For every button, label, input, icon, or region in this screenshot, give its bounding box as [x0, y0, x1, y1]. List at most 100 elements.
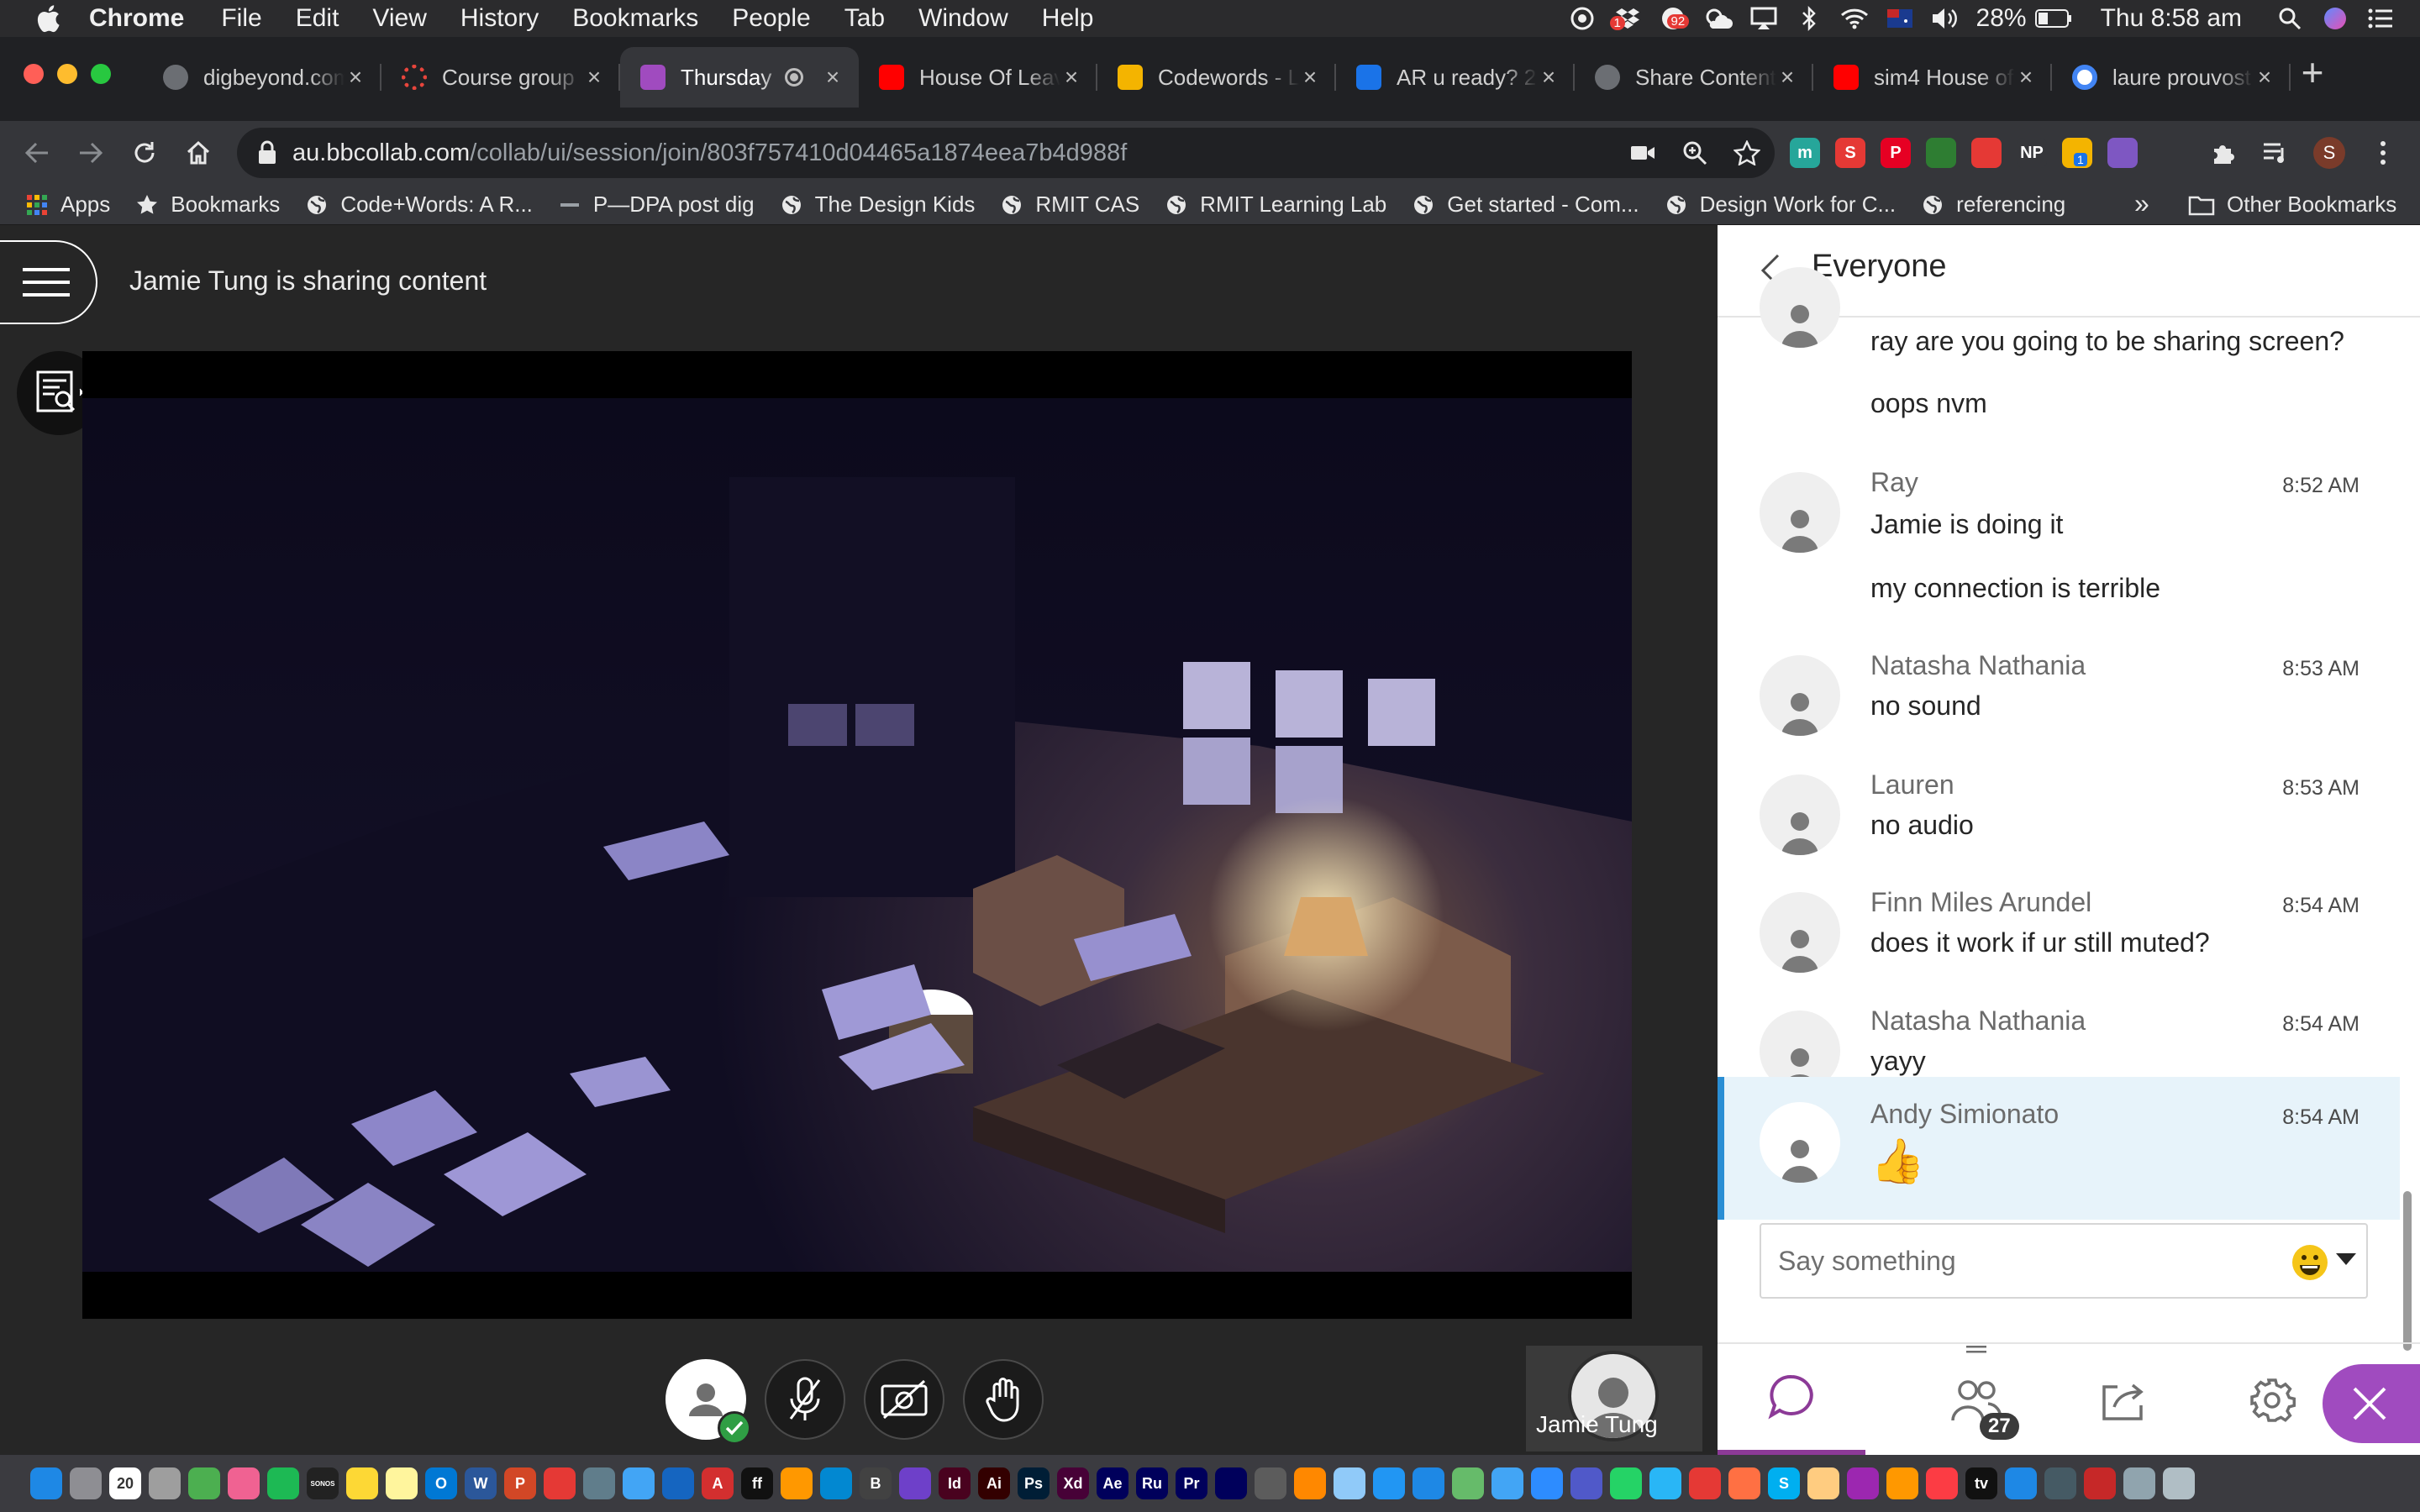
dock-app-vlc-icon[interactable]: [1294, 1467, 1326, 1499]
extensions-puzzle-icon[interactable]: [2205, 134, 2242, 171]
dock-app-acrobat-icon[interactable]: A: [702, 1467, 734, 1499]
close-tab-icon[interactable]: ×: [345, 66, 366, 89]
home-button[interactable]: [180, 134, 217, 171]
extension-icon[interactable]: m: [1790, 138, 1820, 168]
creative-cloud-icon[interactable]: [1568, 4, 1597, 33]
lock-icon[interactable]: [257, 140, 277, 165]
dock-app-maps-icon[interactable]: [1452, 1467, 1484, 1499]
dock-app-sonos-icon[interactable]: SONOS: [307, 1467, 339, 1499]
chevron-down-icon[interactable]: [2336, 1253, 2356, 1265]
close-tab-icon[interactable]: ×: [1776, 66, 1798, 89]
dock-app-music-icon[interactable]: [1926, 1467, 1958, 1499]
browser-tab[interactable]: House Of Leaves×: [859, 47, 1097, 108]
dock-app-app-store-icon[interactable]: [1413, 1467, 1444, 1499]
bookmark-item[interactable]: RMIT Learning Lab: [1165, 192, 1386, 218]
menu-people[interactable]: People: [732, 4, 810, 33]
bookmark-item[interactable]: Code+Words: A R...: [305, 192, 533, 218]
dock-app-spotify-icon[interactable]: [267, 1467, 299, 1499]
extension-icon[interactable]: [2107, 138, 2138, 168]
dock-app-powerpoint-icon[interactable]: P: [504, 1467, 536, 1499]
browser-tab[interactable]: AR u ready? 2 ×: [1336, 47, 1575, 108]
menu-help[interactable]: Help: [1042, 4, 1094, 33]
menu-tab[interactable]: Tab: [844, 4, 885, 33]
browser-tab[interactable]: Share Content ×: [1575, 47, 1813, 108]
new-tab-button[interactable]: +: [2294, 53, 2331, 92]
dock-app-sketchup-icon[interactable]: [544, 1467, 576, 1499]
camera-in-use-icon[interactable]: [1628, 139, 1657, 167]
notification-center-icon[interactable]: [2366, 4, 2395, 33]
dock-app-fontlab-icon[interactable]: ff: [741, 1467, 773, 1499]
dock-app-messages-2-icon[interactable]: [1491, 1467, 1523, 1499]
browser-tab[interactable]: digbeyond.com ×: [143, 47, 381, 108]
extension-icon[interactable]: S: [1835, 138, 1865, 168]
menu-view[interactable]: View: [372, 4, 426, 33]
dock-app-after-effects-icon[interactable]: Ae: [1097, 1467, 1128, 1499]
bookmark-item[interactable]: P—DPA post dig: [558, 192, 755, 218]
dock-app-zoom-icon[interactable]: [1531, 1467, 1563, 1499]
dock-app-trash-icon[interactable]: [2163, 1467, 2195, 1499]
dock-app-media-encoder-icon[interactable]: [1215, 1467, 1247, 1499]
dock-app-whatsapp-icon[interactable]: [1610, 1467, 1642, 1499]
dock-app-rush-icon[interactable]: Ru: [1136, 1467, 1168, 1499]
presenter-video-tile[interactable]: Jamie Tung: [1526, 1346, 1702, 1452]
my-status-button[interactable]: [666, 1359, 751, 1445]
address-bar[interactable]: au.bbcollab.com/collab/ui/session/join/8…: [237, 128, 1775, 178]
bookmark-item[interactable]: Design Work for C...: [1665, 192, 1896, 218]
bookmark-item[interactable]: RMIT CAS: [1000, 192, 1139, 218]
volume-icon[interactable]: [1931, 4, 1960, 33]
bookmark-item[interactable]: Get started - Com...: [1412, 192, 1639, 218]
dock-app-illustrator-icon[interactable]: Ai: [978, 1467, 1010, 1499]
emoji-picker-icon[interactable]: [2291, 1243, 2333, 1282]
microphone-button[interactable]: [765, 1359, 845, 1440]
menu-window[interactable]: Window: [918, 4, 1008, 33]
dock-app-tv-icon[interactable]: tv: [1965, 1467, 1997, 1499]
messenger-icon[interactable]: 92: [1659, 4, 1690, 33]
dock-app-firefox-icon[interactable]: [1728, 1467, 1760, 1499]
dock-app-b-app-icon[interactable]: B: [860, 1467, 892, 1499]
dock-app-teams-icon[interactable]: [1570, 1467, 1602, 1499]
back-button[interactable]: [18, 134, 55, 171]
dock-app-vscode-icon[interactable]: [820, 1467, 852, 1499]
window-zoom-button[interactable]: [91, 64, 111, 84]
bookmark-item[interactable]: Bookmarks: [135, 192, 280, 218]
url-text[interactable]: au.bbcollab.com/collab/ui/session/join/8…: [292, 139, 1127, 167]
apple-icon[interactable]: [35, 4, 60, 33]
weather-icon[interactable]: [1704, 4, 1733, 33]
dock-app-finder-icon[interactable]: [30, 1467, 62, 1499]
battery-icon[interactable]: [2034, 4, 2072, 33]
wifi-icon[interactable]: [1840, 4, 1869, 33]
tab-share-content[interactable]: [2050, 1344, 2198, 1457]
tab-chat[interactable]: [1718, 1344, 1865, 1457]
dock-app-telegram-icon[interactable]: [1649, 1467, 1681, 1499]
dock-app-skype-icon[interactable]: S: [1768, 1467, 1800, 1499]
dock-app-photos-icon[interactable]: [228, 1467, 260, 1499]
dock-app-vpn-icon[interactable]: [623, 1467, 655, 1499]
dock-app-keynote-icon[interactable]: [1373, 1467, 1405, 1499]
dropbox-icon[interactable]: 1: [1609, 4, 1642, 33]
dock-app-outlook-icon[interactable]: O: [425, 1467, 457, 1499]
menu-bar-clock[interactable]: Thu 8:58 am: [2101, 4, 2242, 33]
dock-app-safari-icon[interactable]: [2005, 1467, 2037, 1499]
profile-avatar[interactable]: S: [2311, 134, 2348, 171]
dock-app-podcasts-icon[interactable]: [1847, 1467, 1879, 1499]
extension-icon[interactable]: [1926, 138, 1956, 168]
close-panel-button[interactable]: [2323, 1364, 2420, 1443]
window-minimize-button[interactable]: [57, 64, 77, 84]
browser-tab[interactable]: Course group ×: [381, 47, 620, 108]
browser-tab[interactable]: laure prouvost ×: [2052, 47, 2291, 108]
dock-app-cinema4d-icon[interactable]: [662, 1467, 694, 1499]
close-tab-icon[interactable]: ×: [2015, 66, 2037, 89]
bookmark-star-icon[interactable]: [1733, 139, 1761, 167]
menu-file[interactable]: File: [221, 4, 261, 33]
chrome-menu-icon[interactable]: [2365, 134, 2402, 171]
siri-icon[interactable]: [2321, 4, 2349, 33]
dock-app-indesign-icon[interactable]: Id: [939, 1467, 971, 1499]
bookmark-item[interactable]: referencing: [1921, 192, 2065, 218]
camera-button[interactable]: [864, 1359, 944, 1440]
dock-app-compass-icon[interactable]: [2044, 1467, 2076, 1499]
dock-app-launchpad-icon[interactable]: [149, 1467, 181, 1499]
spotlight-search-icon[interactable]: [2275, 4, 2304, 33]
chat-message-input[interactable]: [1761, 1225, 2282, 1297]
shared-content-video[interactable]: [82, 351, 1632, 1319]
dock-app-premiere-icon[interactable]: Pr: [1176, 1467, 1207, 1499]
